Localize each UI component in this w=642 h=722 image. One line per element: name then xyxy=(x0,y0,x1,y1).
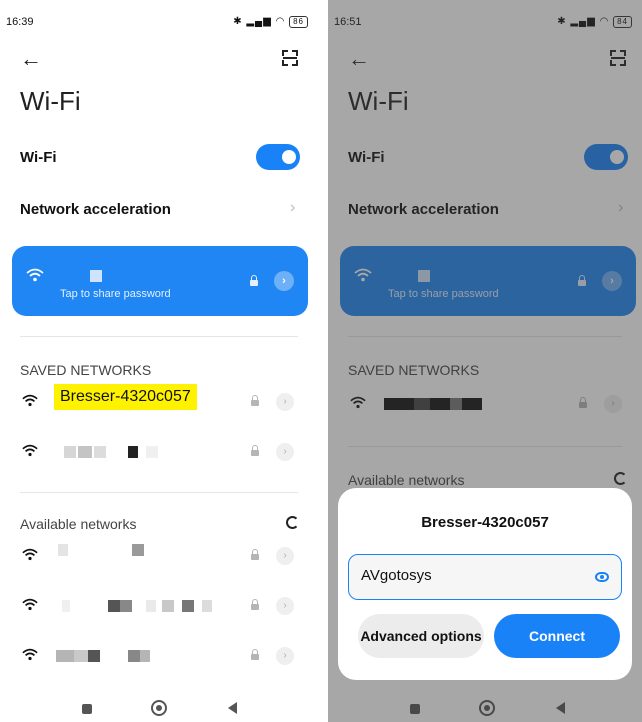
password-input[interactable] xyxy=(361,567,581,584)
saved-networks-header: SAVED NETWORKS xyxy=(20,362,152,378)
network-details-button[interactable]: › xyxy=(274,271,294,291)
ssid-redacted xyxy=(94,446,106,458)
ssid-redacted xyxy=(140,650,150,662)
ssid-redacted xyxy=(182,600,194,612)
ssid-redacted xyxy=(58,544,68,556)
wifi-icon xyxy=(22,648,38,661)
network-details-button[interactable]: › xyxy=(276,443,294,461)
ssid-redacted xyxy=(202,600,212,612)
network-details-button[interactable]: › xyxy=(276,647,294,665)
wifi-icon xyxy=(22,394,38,407)
available-network-row[interactable]: › xyxy=(22,594,298,618)
battery-icon: 86 xyxy=(289,16,308,28)
ssid-redacted xyxy=(64,446,76,458)
wifi-toggle[interactable] xyxy=(256,144,300,170)
connect-dialog: Bresser-4320c057 Advanced options Connec… xyxy=(338,488,632,680)
right-screen: 16:51 ✱ ▂▄▆ ◠ 84 ← Wi-Fi Wi-Fi Network a… xyxy=(328,0,642,722)
network-details-button[interactable]: › xyxy=(276,597,294,615)
available-network-row[interactable]: › xyxy=(22,544,298,568)
recents-button[interactable] xyxy=(82,704,92,714)
ssid-redacted xyxy=(120,600,132,612)
lock-icon xyxy=(251,599,259,611)
advanced-options-button[interactable]: Advanced options xyxy=(358,614,484,658)
back-arrow-icon[interactable]: ← xyxy=(20,48,42,70)
network-acceleration-label[interactable]: Network acceleration xyxy=(20,201,171,218)
network-details-button[interactable]: › xyxy=(276,393,294,411)
wifi-icon xyxy=(22,548,38,561)
ssid-redacted xyxy=(74,650,88,662)
back-button[interactable] xyxy=(228,702,237,714)
status-time: 16:39 xyxy=(6,16,34,28)
available-network-row[interactable]: › xyxy=(22,644,298,668)
ssid-redacted xyxy=(146,600,156,612)
wifi-icon xyxy=(22,444,38,457)
ssid-redacted xyxy=(108,600,120,612)
password-field[interactable] xyxy=(348,554,622,600)
ssid-redacted xyxy=(162,600,174,612)
dialog-title: Bresser-4320c057 xyxy=(421,514,549,531)
ssid-redacted xyxy=(128,650,140,662)
lock-icon xyxy=(251,549,259,561)
lock-icon xyxy=(251,445,259,457)
network-details-button[interactable]: › xyxy=(276,547,294,565)
ssid-redacted xyxy=(132,544,144,556)
ssid-redacted xyxy=(128,446,138,458)
chevron-right-icon: › xyxy=(290,199,296,216)
ssid-redacted xyxy=(56,650,74,662)
available-networks-header: Available networks xyxy=(20,516,137,532)
status-bar: 16:39 ✱ ▂▄▆ ◠ 86 xyxy=(6,16,308,30)
wifi-icon xyxy=(22,598,38,611)
connected-network-card[interactable]: Tap to share password › xyxy=(12,246,308,316)
ssid-redacted xyxy=(146,446,158,458)
screenshot-gutter xyxy=(318,0,328,722)
page-title: Wi-Fi xyxy=(20,86,81,116)
home-button[interactable] xyxy=(151,700,167,716)
lock-icon xyxy=(251,395,259,407)
wifi-toggle-label: Wi-Fi xyxy=(20,149,57,166)
lock-icon xyxy=(250,275,258,287)
lock-icon xyxy=(251,649,259,661)
saved-network-name: Bresser-4320c057 xyxy=(54,384,197,410)
divider xyxy=(20,492,298,493)
ssid-redacted xyxy=(88,650,100,662)
connect-button[interactable]: Connect xyxy=(494,614,620,658)
share-password-text: Tap to share password xyxy=(60,288,171,300)
scan-icon[interactable] xyxy=(282,50,298,66)
divider xyxy=(20,336,298,337)
ssid-redacted xyxy=(90,270,102,282)
left-screen: 16:39 ✱ ▂▄▆ ◠ 86 ← Wi-Fi Wi-Fi Network a… xyxy=(0,0,318,722)
saved-network-row[interactable]: › xyxy=(22,440,298,464)
status-icons: ✱ ▂▄▆ ◠ 86 xyxy=(233,16,308,28)
navigation-bar xyxy=(0,682,318,722)
ssid-redacted xyxy=(78,446,92,458)
ssid-redacted xyxy=(62,600,70,612)
refresh-icon[interactable] xyxy=(286,516,299,529)
wifi-icon xyxy=(26,268,44,282)
eye-icon[interactable] xyxy=(595,572,609,582)
saved-network-row[interactable]: Bresser-4320c057 › xyxy=(22,384,298,414)
